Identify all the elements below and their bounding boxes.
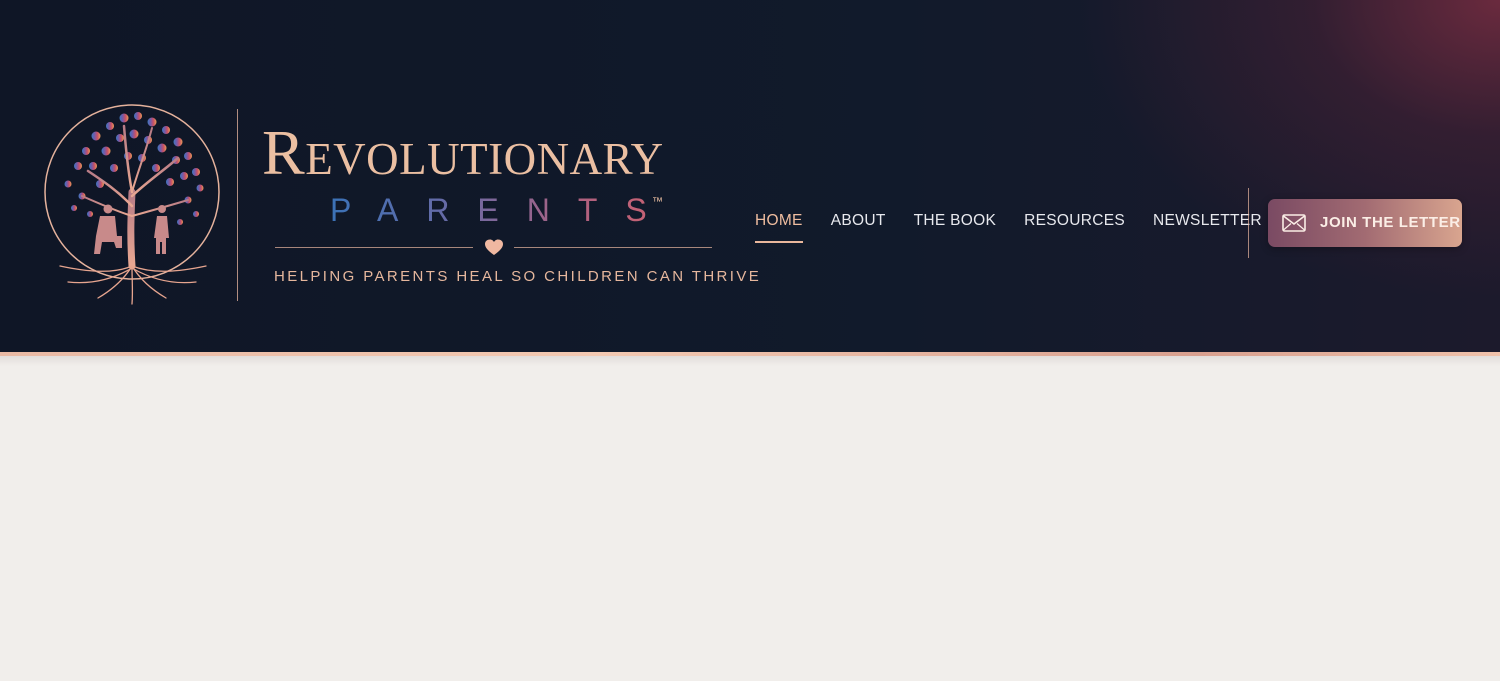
nav-item-resources[interactable]: RESOURCES — [1024, 212, 1125, 230]
ornament-line-right — [514, 247, 712, 248]
envelope-icon — [1282, 214, 1306, 232]
brand-subtitle: PARENTS — [330, 190, 690, 230]
trademark-symbol: ™ — [652, 196, 663, 208]
brand-name[interactable]: Revolutionary — [262, 118, 732, 188]
page-body — [0, 356, 1500, 681]
nav-item-the-book[interactable]: THE BOOK — [914, 212, 997, 230]
logo-divider — [237, 109, 238, 301]
site-header: Revolutionary PARENTS ™ HELPING PARENTS … — [0, 0, 1500, 355]
nav-divider — [1248, 188, 1249, 258]
join-the-letter-label: JOIN THE LETTER — [1320, 214, 1461, 231]
heart-icon — [485, 239, 503, 255]
ornament-line-left — [275, 247, 473, 248]
nav-item-home[interactable]: HOME — [755, 212, 803, 243]
main-nav: HOME ABOUT THE BOOK RESOURCES NEWSLETTER — [755, 212, 1290, 243]
join-the-letter-button[interactable]: JOIN THE LETTER — [1268, 199, 1462, 247]
nav-item-newsletter[interactable]: NEWSLETTER — [1153, 212, 1262, 230]
nav-item-about[interactable]: ABOUT — [831, 212, 886, 230]
tagline: HELPING PARENTS HEAL SO CHILDREN CAN THR… — [274, 268, 762, 285]
tree-of-life-icon[interactable] — [38, 96, 228, 306]
